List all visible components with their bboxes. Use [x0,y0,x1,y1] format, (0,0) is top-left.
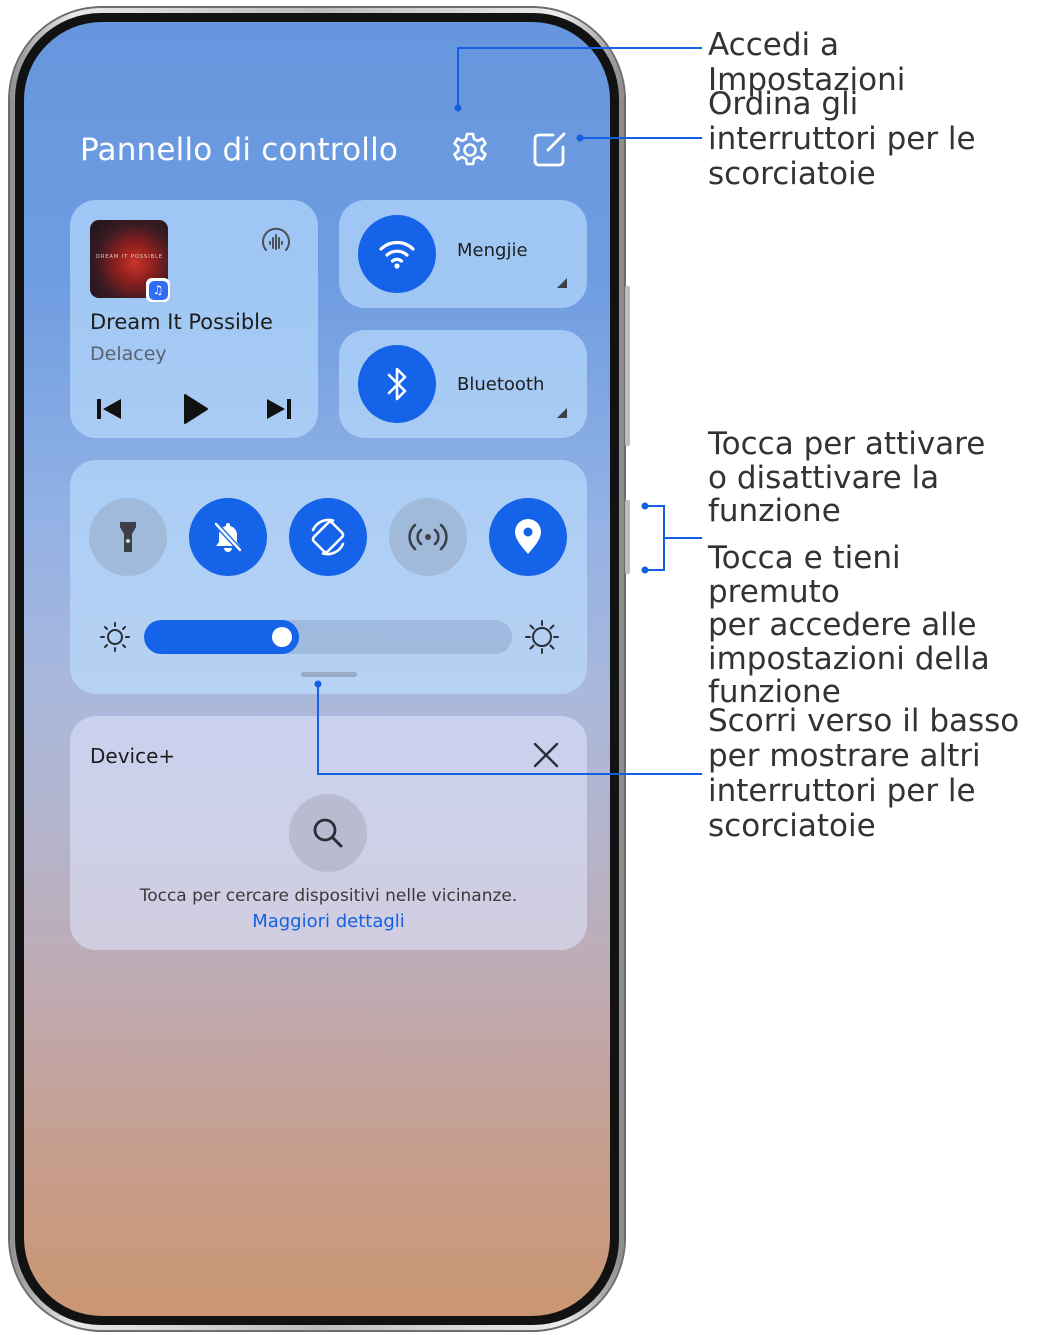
media-card[interactable]: DREAM IT POSSIBLE ♫ Dream It Possible De… [70,200,318,438]
callout-line: Ordina gli [708,86,859,122]
expand-corner-icon[interactable] [557,408,567,418]
callout-line: interruttori per le [708,121,976,157]
rotate-icon [311,518,345,556]
callout-line: interruttori per le [708,773,976,809]
wifi-toggle[interactable] [358,215,436,293]
shortcut-switches-card [70,460,587,694]
bell-off-icon [214,522,242,552]
wifi-tile[interactable]: Mengjie [339,200,587,308]
device-plus-title: Device+ [90,744,176,768]
brightness-low-icon [100,622,130,652]
song-title: Dream It Possible [90,310,273,334]
audio-output-icon[interactable] [258,224,294,260]
album-art: DREAM IT POSSIBLE ♫ [90,220,170,302]
song-artist: Delacey [90,343,167,365]
gear-icon[interactable] [450,130,490,170]
silent-toggle[interactable] [189,498,267,576]
location-toggle[interactable] [489,498,567,576]
callout-swipe-down: Scorri verso il basso per mostrare altri… [708,704,1019,844]
nfc-toggle[interactable] [389,498,467,576]
flashlight-icon [120,522,136,552]
album-art-text: DREAM IT POSSIBLE [96,254,164,260]
flashlight-toggle[interactable] [89,498,167,576]
more-details-link[interactable]: Maggiori dettagli [70,911,587,932]
callout-line: scorciatoie [708,156,876,192]
callout-sort-switches: Ordina gli interruttori per le scorciato… [708,87,976,192]
next-icon[interactable] [264,396,294,422]
callout-toggle-feature: Tocca per attivare o disattivare la funz… [708,426,986,529]
callout-line: funzione [708,493,841,529]
auto-rotate-toggle[interactable] [289,498,367,576]
callout-line: per mostrare altri [708,738,981,774]
device-search-button[interactable] [289,794,367,872]
brightness-slider-thumb[interactable] [272,627,292,647]
device-plus-card: Device+ Tocca per cercare dispositivi ne… [70,716,587,950]
music-app-icon: ♫ [146,278,170,302]
page-title: Pannello di controllo [80,132,399,168]
expand-corner-icon[interactable] [557,278,567,288]
callout-line: per accedere alle [708,607,977,643]
previous-icon[interactable] [94,396,124,422]
bluetooth-icon [387,367,407,401]
power-button [625,500,630,574]
play-icon[interactable] [180,392,210,426]
callout-line: Tocca per attivare [708,426,986,462]
callout-line: scorciatoie [708,808,876,844]
callout-line: o disattivare la [708,459,940,496]
wifi-network-name: Mengjie [457,240,528,261]
callout-line: impostazioni della [708,640,990,677]
location-icon [515,519,541,554]
search-icon [313,818,343,848]
volume-button [625,286,630,446]
edit-square-icon[interactable] [529,130,569,170]
callout-line: Tocca e tieni premuto [708,540,901,610]
brightness-slider[interactable] [144,620,512,654]
device-search-hint: Tocca per cercare dispositivi nelle vici… [139,886,518,906]
bluetooth-tile[interactable]: Bluetooth [339,330,587,438]
drag-handle[interactable] [301,672,357,677]
bluetooth-label: Bluetooth [457,374,545,395]
callout-line: Scorri verso il basso [708,703,1020,739]
close-icon[interactable] [531,740,561,770]
bluetooth-toggle[interactable] [358,345,436,423]
phone-frame: Pannello di controllo DREAM IT POSSIBLE … [10,8,630,1330]
nfc-icon [408,523,448,551]
callout-hold-settings: Tocca e tieni premuto per accedere alle … [708,540,1040,710]
control-panel-screen: Pannello di controllo DREAM IT POSSIBLE … [24,22,610,1316]
brightness-high-icon [525,620,559,654]
wifi-icon [379,241,415,269]
